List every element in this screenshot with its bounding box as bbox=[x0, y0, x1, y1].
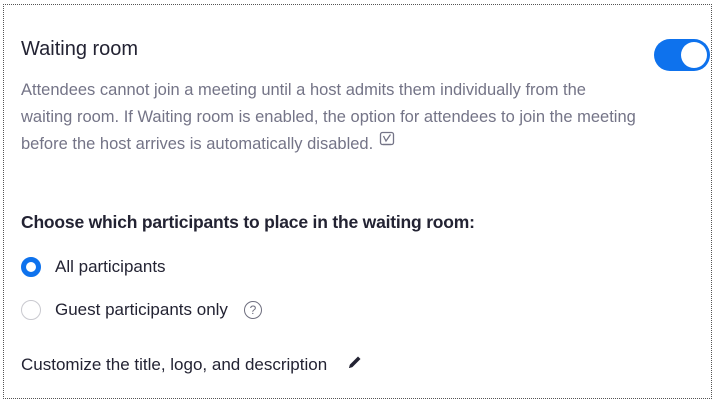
locked-setting-icon[interactable] bbox=[379, 129, 395, 156]
setting-title: Waiting room bbox=[21, 38, 139, 60]
radio-label: All participants bbox=[55, 257, 166, 276]
description-text: Attendees cannot join a meeting until a … bbox=[21, 81, 636, 153]
radio-checked-icon[interactable] bbox=[21, 257, 41, 277]
customize-row: Customize the title, logo, and descripti… bbox=[21, 354, 363, 375]
radio-unchecked-icon[interactable] bbox=[21, 300, 41, 320]
customize-label: Customize the title, logo, and descripti… bbox=[21, 354, 328, 374]
toggle-knob bbox=[681, 42, 707, 68]
setting-description: Attendees cannot join a meeting until a … bbox=[21, 77, 641, 158]
settings-panel-frame bbox=[3, 4, 712, 399]
radio-label: Guest participants only bbox=[55, 300, 228, 319]
question-circle-icon[interactable]: ? bbox=[243, 301, 262, 319]
pencil-icon[interactable] bbox=[347, 354, 363, 375]
radio-all-participants[interactable]: All participants bbox=[21, 255, 166, 279]
radio-guest-participants[interactable]: Guest participants only ? bbox=[21, 298, 262, 322]
waiting-room-toggle[interactable] bbox=[654, 39, 710, 71]
participants-heading: Choose which participants to place in th… bbox=[21, 212, 475, 232]
